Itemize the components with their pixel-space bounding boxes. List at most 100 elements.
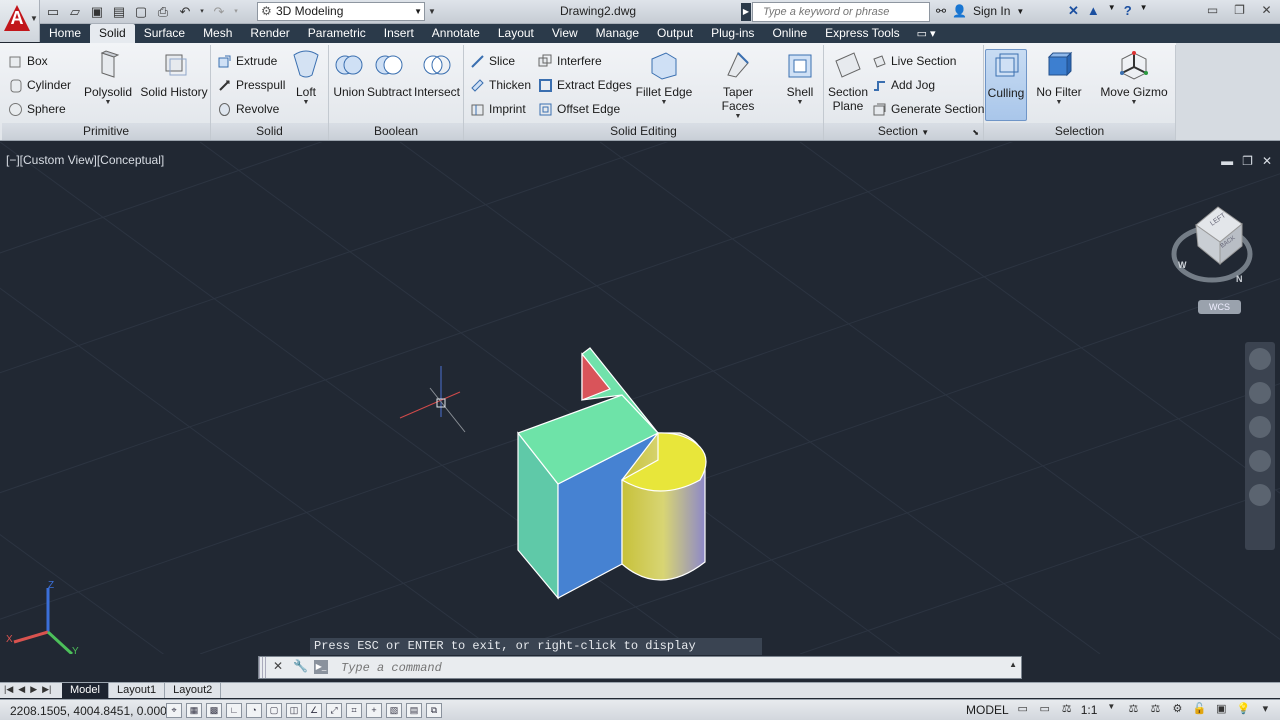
tab-annotate[interactable]: Annotate bbox=[423, 24, 489, 43]
sign-in-link[interactable]: Sign In bbox=[973, 4, 1010, 18]
prev-layout-icon[interactable]: ◀ bbox=[18, 684, 25, 695]
quick-properties-icon[interactable]: ▤ bbox=[406, 703, 422, 718]
undo-icon[interactable]: ↶ bbox=[176, 3, 194, 21]
infer-constraints-icon[interactable]: ⌖ bbox=[166, 703, 182, 718]
tab-online[interactable]: Online bbox=[763, 24, 816, 43]
customize-qat-button[interactable]: ▼ bbox=[426, 2, 438, 21]
steering-wheel-icon[interactable] bbox=[1249, 348, 1271, 370]
new-icon[interactable]: ▭ bbox=[44, 3, 62, 21]
grid-display-icon[interactable]: ▩ bbox=[206, 703, 222, 718]
lineweight-icon[interactable]: + bbox=[366, 703, 382, 718]
presspull-button[interactable]: Presspull bbox=[217, 75, 285, 95]
help-icon[interactable]: ? bbox=[1124, 3, 1132, 19]
panel-title-selection[interactable]: Selection bbox=[984, 123, 1175, 140]
autodesk-a360-icon[interactable]: ▲ bbox=[1087, 3, 1100, 19]
subtract-button[interactable]: Subtract bbox=[367, 49, 412, 99]
3d-model[interactable] bbox=[517, 347, 707, 600]
viewport-controls-label[interactable]: [−][Custom View][Conceptual] bbox=[6, 153, 164, 167]
no-filter-button[interactable]: No Filter ▼ bbox=[1032, 49, 1086, 107]
tab-plug-ins[interactable]: Plug-ins bbox=[702, 24, 763, 43]
last-layout-icon[interactable]: ▶| bbox=[42, 684, 51, 695]
extract-edges-button[interactable]: Extract Edges bbox=[538, 75, 632, 95]
culling-button[interactable]: Culling bbox=[985, 49, 1027, 121]
tab-render[interactable]: Render bbox=[241, 24, 298, 43]
model-space-toggle[interactable]: MODEL bbox=[966, 703, 1009, 717]
add-jog-button[interactable]: Add Jog bbox=[872, 75, 935, 95]
tab-surface[interactable]: Surface bbox=[135, 24, 194, 43]
save-icon[interactable]: ▣ bbox=[88, 3, 106, 21]
union-button[interactable]: Union bbox=[331, 49, 367, 99]
zoom-icon[interactable] bbox=[1249, 416, 1271, 438]
taper-faces-button[interactable]: Taper Faces ▼ bbox=[706, 49, 770, 121]
shell-button[interactable]: Shell ▼ bbox=[782, 49, 818, 107]
extrude-button[interactable]: Extrude bbox=[217, 51, 277, 71]
selection-cycling-icon[interactable]: ⧉ bbox=[426, 703, 442, 718]
tab-parametric[interactable]: Parametric bbox=[299, 24, 375, 43]
close-icon[interactable]: ✕ bbox=[1253, 0, 1280, 20]
exchange-icon[interactable]: ✕ bbox=[1068, 3, 1079, 19]
thicken-button[interactable]: Thicken bbox=[470, 75, 531, 95]
panel-title-section[interactable]: Section ▼ ⬊ bbox=[824, 123, 983, 140]
isolate-objects-icon[interactable]: 💡 bbox=[1235, 702, 1251, 717]
command-prompt-icon[interactable]: ▶_ bbox=[314, 660, 328, 674]
redo-dropdown-icon[interactable]: ▾ bbox=[232, 3, 240, 21]
allow-disallow-ucs-icon[interactable]: ⤢ bbox=[326, 703, 342, 718]
solid-history-button[interactable]: Solid History bbox=[139, 49, 209, 99]
transparency-icon[interactable]: ▧ bbox=[386, 703, 402, 718]
sphere-button[interactable]: Sphere bbox=[8, 99, 66, 119]
section-plane-button[interactable]: Section Plane bbox=[826, 49, 870, 113]
workspace-select[interactable]: ⚙ 3D Modeling ▼ bbox=[257, 2, 425, 21]
wcs-menu[interactable]: WCS bbox=[1198, 300, 1241, 314]
restore-icon[interactable]: ❐ bbox=[1226, 0, 1253, 20]
box-button[interactable]: Box bbox=[8, 51, 48, 71]
panel-title-primitive[interactable]: Primitive bbox=[2, 123, 210, 140]
chevron-up-icon[interactable]: ▲ bbox=[1009, 660, 1017, 669]
tab-output[interactable]: Output bbox=[648, 24, 702, 43]
chevron-down-icon[interactable]: ▼ bbox=[1016, 7, 1024, 16]
quick-view-drawings-icon[interactable]: ▭ bbox=[1037, 702, 1053, 717]
first-layout-icon[interactable]: |◀ bbox=[4, 684, 13, 695]
polar-tracking-icon[interactable]: ◔ bbox=[246, 703, 262, 718]
layout-tab-model[interactable]: Model bbox=[62, 683, 109, 698]
tab-layout[interactable]: Layout bbox=[489, 24, 543, 43]
snap-mode-icon[interactable]: ▦ bbox=[186, 703, 202, 718]
chevron-down-icon[interactable]: ▼ bbox=[1103, 702, 1119, 717]
minimize-icon[interactable]: ▭ bbox=[1199, 0, 1226, 20]
annotation-scale-value[interactable]: 1:1 bbox=[1081, 703, 1098, 717]
move-gizmo-button[interactable]: Move Gizmo ▼ bbox=[1096, 49, 1172, 107]
chevron-down-icon[interactable]: ▼ bbox=[1140, 3, 1148, 19]
ribbon-minimize-icon[interactable]: ▭ ▾ bbox=[917, 27, 936, 40]
save-as-icon[interactable]: ▤ bbox=[110, 3, 128, 21]
object-snap-icon[interactable]: ▢ bbox=[266, 703, 282, 718]
next-layout-icon[interactable]: ▶ bbox=[30, 684, 37, 695]
generate-section-button[interactable]: Generate Section bbox=[872, 99, 984, 119]
dynamic-input-icon[interactable]: ⌗ bbox=[346, 703, 362, 718]
application-menu-button[interactable]: A ▼ bbox=[0, 0, 40, 42]
application-status-bar-menu-icon[interactable]: ▾ bbox=[1257, 702, 1273, 717]
workspace-switching-icon[interactable]: ⚙ bbox=[1169, 702, 1185, 717]
open-icon[interactable]: ▱ bbox=[66, 3, 84, 21]
fillet-edge-button[interactable]: Fillet Edge ▼ bbox=[634, 49, 694, 107]
orbit-icon[interactable] bbox=[1249, 450, 1271, 472]
layout-tab-layout2[interactable]: Layout2 bbox=[165, 683, 222, 698]
3d-object-snap-icon[interactable]: ◫ bbox=[286, 703, 302, 718]
print-icon[interactable]: ⎙ bbox=[154, 3, 172, 21]
drawing-viewport[interactable]: LEFT BACK W N Z Y X [−][Custom View][Con… bbox=[0, 142, 1280, 654]
web-mobile-icon[interactable]: ▢ bbox=[132, 3, 150, 21]
coordinates-readout[interactable]: 2208.1505, 4004.8451, 0.0000 bbox=[10, 704, 174, 718]
panel-title-solid-editing[interactable]: Solid Editing bbox=[464, 123, 823, 140]
intersect-button[interactable]: Intersect bbox=[413, 49, 461, 99]
search-input[interactable] bbox=[763, 4, 928, 20]
tab-insert[interactable]: Insert bbox=[375, 24, 423, 43]
viewcube[interactable]: LEFT BACK W N bbox=[1171, 206, 1253, 284]
quick-view-layouts-icon[interactable]: ▭ bbox=[1015, 702, 1031, 717]
imprint-button[interactable]: Imprint bbox=[470, 99, 526, 119]
cylinder-button[interactable]: Cylinder bbox=[8, 75, 71, 95]
layout-tab-layout1[interactable]: Layout1 bbox=[109, 683, 166, 698]
annotation-scale-icon[interactable]: ⚖ bbox=[1059, 702, 1075, 717]
panel-title-boolean[interactable]: Boolean bbox=[329, 123, 463, 140]
wrench-icon[interactable]: 🔧 bbox=[293, 659, 308, 673]
polysolid-button[interactable]: Polysolid ▼ bbox=[80, 49, 136, 107]
command-input[interactable] bbox=[341, 659, 1001, 676]
chevron-down-icon[interactable]: ▼ bbox=[1108, 3, 1116, 19]
